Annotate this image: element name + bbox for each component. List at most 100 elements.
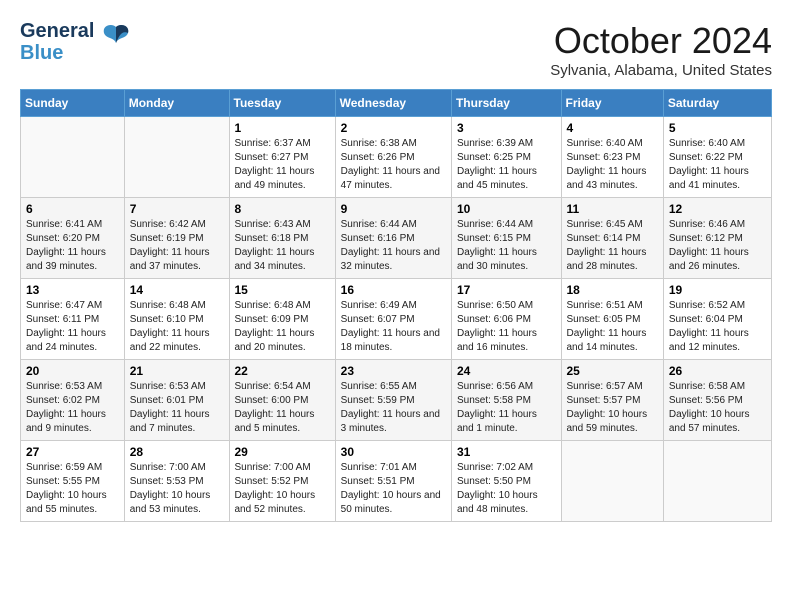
day-number: 22 (235, 364, 330, 378)
logo: General Blue (20, 20, 134, 64)
calendar-cell: 22Sunrise: 6:54 AM Sunset: 6:00 PM Dayli… (229, 360, 335, 441)
day-info: Sunrise: 6:49 AM Sunset: 6:07 PM Dayligh… (341, 299, 446, 355)
day-info: Sunrise: 6:44 AM Sunset: 6:15 PM Dayligh… (457, 218, 556, 274)
day-number: 15 (235, 283, 330, 297)
day-number: 4 (567, 121, 658, 135)
day-info: Sunrise: 6:40 AM Sunset: 6:23 PM Dayligh… (567, 137, 658, 193)
calendar-cell: 18 Sunrise: 6:51 AM Sunset: 6:05 PM Dayli… (561, 279, 663, 360)
day-number: 10 (457, 202, 556, 216)
calendar-week-row: 1 Sunrise: 6:37 AM Sunset: 6:27 PM Daylig… (21, 117, 772, 198)
day-info: Sunrise: 6:53 AM Sunset: 6:01 PM Dayligh… (130, 380, 224, 436)
day-of-week-header: Friday (561, 90, 663, 117)
calendar-cell: 27 Sunrise: 6:59 AM Sunset: 5:55 PM Dayli… (21, 441, 125, 522)
calendar-table: SundayMondayTuesdayWednesdayThursdayFrid… (20, 89, 772, 522)
day-number: 20 (26, 364, 119, 378)
day-of-week-header: Monday (124, 90, 229, 117)
day-of-week-header: Wednesday (335, 90, 451, 117)
day-number: 17 (457, 283, 556, 297)
day-number: 9 (341, 202, 446, 216)
month-title: October 2024 (550, 20, 772, 62)
day-info: Sunrise: 6:52 AM Sunset: 6:04 PM Dayligh… (669, 299, 766, 355)
day-info: Sunrise: 7:01 AM Sunset: 5:51 PM Dayligh… (341, 461, 446, 517)
calendar-cell: 4 Sunrise: 6:40 AM Sunset: 6:23 PM Daylig… (561, 117, 663, 198)
calendar-week-row: 6Sunrise: 6:41 AM Sunset: 6:20 PM Daylig… (21, 198, 772, 279)
calendar-cell: 17 Sunrise: 6:50 AM Sunset: 6:06 PM Dayli… (451, 279, 561, 360)
day-info: Sunrise: 7:00 AM Sunset: 5:53 PM Dayligh… (130, 461, 224, 517)
calendar-cell: 5Sunrise: 6:40 AM Sunset: 6:22 PM Daylig… (663, 117, 771, 198)
day-number: 11 (567, 202, 658, 216)
calendar-cell: 21 Sunrise: 6:53 AM Sunset: 6:01 PM Dayli… (124, 360, 229, 441)
calendar-cell: 23Sunrise: 6:55 AM Sunset: 5:59 PM Dayli… (335, 360, 451, 441)
calendar-cell: 30 Sunrise: 7:01 AM Sunset: 5:51 PM Dayli… (335, 441, 451, 522)
day-number: 25 (567, 364, 658, 378)
day-info: Sunrise: 6:50 AM Sunset: 6:06 PM Dayligh… (457, 299, 556, 355)
calendar-cell: 24 Sunrise: 6:56 AM Sunset: 5:58 PM Dayli… (451, 360, 561, 441)
day-of-week-header: Sunday (21, 90, 125, 117)
calendar-cell: 20 Sunrise: 6:53 AM Sunset: 6:02 PM Dayli… (21, 360, 125, 441)
day-number: 1 (235, 121, 330, 135)
day-info: Sunrise: 6:44 AM Sunset: 6:16 PM Dayligh… (341, 218, 446, 274)
calendar-cell: 1 Sunrise: 6:37 AM Sunset: 6:27 PM Daylig… (229, 117, 335, 198)
day-number: 24 (457, 364, 556, 378)
calendar-cell: 19 Sunrise: 6:52 AM Sunset: 6:04 PM Dayli… (663, 279, 771, 360)
day-number: 2 (341, 121, 446, 135)
day-number: 12 (669, 202, 766, 216)
calendar-cell: 7Sunrise: 6:42 AM Sunset: 6:19 PM Daylig… (124, 198, 229, 279)
day-info: Sunrise: 6:46 AM Sunset: 6:12 PM Dayligh… (669, 218, 766, 274)
calendar-cell (561, 441, 663, 522)
calendar-cell: 10 Sunrise: 6:44 AM Sunset: 6:15 PM Dayli… (451, 198, 561, 279)
calendar-cell: 8 Sunrise: 6:43 AM Sunset: 6:18 PM Daylig… (229, 198, 335, 279)
calendar-cell: 13 Sunrise: 6:47 AM Sunset: 6:11 PM Dayli… (21, 279, 125, 360)
day-number: 27 (26, 445, 119, 459)
day-number: 30 (341, 445, 446, 459)
day-number: 3 (457, 121, 556, 135)
day-info: Sunrise: 7:02 AM Sunset: 5:50 PM Dayligh… (457, 461, 556, 517)
calendar-cell (124, 117, 229, 198)
logo-line2: Blue (20, 42, 94, 64)
day-info: Sunrise: 6:43 AM Sunset: 6:18 PM Dayligh… (235, 218, 330, 274)
day-info: Sunrise: 6:56 AM Sunset: 5:58 PM Dayligh… (457, 380, 556, 436)
calendar-cell: 28Sunrise: 7:00 AM Sunset: 5:53 PM Dayli… (124, 441, 229, 522)
calendar-cell: 15 Sunrise: 6:48 AM Sunset: 6:09 PM Dayli… (229, 279, 335, 360)
day-info: Sunrise: 6:59 AM Sunset: 5:55 PM Dayligh… (26, 461, 119, 517)
calendar-cell: 11Sunrise: 6:45 AM Sunset: 6:14 PM Dayli… (561, 198, 663, 279)
calendar-cell: 26Sunrise: 6:58 AM Sunset: 5:56 PM Dayli… (663, 360, 771, 441)
calendar-header-row: SundayMondayTuesdayWednesdayThursdayFrid… (21, 90, 772, 117)
day-number: 16 (341, 283, 446, 297)
day-number: 21 (130, 364, 224, 378)
day-info: Sunrise: 6:58 AM Sunset: 5:56 PM Dayligh… (669, 380, 766, 436)
day-number: 14 (130, 283, 224, 297)
day-number: 13 (26, 283, 119, 297)
calendar-cell (663, 441, 771, 522)
day-info: Sunrise: 6:53 AM Sunset: 6:02 PM Dayligh… (26, 380, 119, 436)
calendar-week-row: 27 Sunrise: 6:59 AM Sunset: 5:55 PM Dayli… (21, 441, 772, 522)
calendar-cell: 3 Sunrise: 6:39 AM Sunset: 6:25 PM Daylig… (451, 117, 561, 198)
calendar-cell: 29Sunrise: 7:00 AM Sunset: 5:52 PM Dayli… (229, 441, 335, 522)
calendar-cell: 14Sunrise: 6:48 AM Sunset: 6:10 PM Dayli… (124, 279, 229, 360)
day-info: Sunrise: 6:39 AM Sunset: 6:25 PM Dayligh… (457, 137, 556, 193)
day-number: 31 (457, 445, 556, 459)
day-number: 18 (567, 283, 658, 297)
day-of-week-header: Tuesday (229, 90, 335, 117)
day-info: Sunrise: 7:00 AM Sunset: 5:52 PM Dayligh… (235, 461, 330, 517)
day-info: Sunrise: 6:48 AM Sunset: 6:09 PM Dayligh… (235, 299, 330, 355)
day-number: 8 (235, 202, 330, 216)
day-info: Sunrise: 6:38 AM Sunset: 6:26 PM Dayligh… (341, 137, 446, 193)
day-of-week-header: Thursday (451, 90, 561, 117)
calendar-cell: 25Sunrise: 6:57 AM Sunset: 5:57 PM Dayli… (561, 360, 663, 441)
calendar-cell: 16 Sunrise: 6:49 AM Sunset: 6:07 PM Dayli… (335, 279, 451, 360)
calendar-cell: 6Sunrise: 6:41 AM Sunset: 6:20 PM Daylig… (21, 198, 125, 279)
calendar-cell (21, 117, 125, 198)
day-info: Sunrise: 6:55 AM Sunset: 5:59 PM Dayligh… (341, 380, 446, 436)
logo-icon (98, 19, 134, 60)
day-info: Sunrise: 6:41 AM Sunset: 6:20 PM Dayligh… (26, 218, 119, 274)
day-info: Sunrise: 6:42 AM Sunset: 6:19 PM Dayligh… (130, 218, 224, 274)
calendar-body: 1 Sunrise: 6:37 AM Sunset: 6:27 PM Daylig… (21, 117, 772, 522)
day-info: Sunrise: 6:51 AM Sunset: 6:05 PM Dayligh… (567, 299, 658, 355)
day-info: Sunrise: 6:47 AM Sunset: 6:11 PM Dayligh… (26, 299, 119, 355)
page-header: General Blue October 2024 Sylvania, Alab… (20, 20, 772, 79)
day-number: 19 (669, 283, 766, 297)
calendar-cell: 2 Sunrise: 6:38 AM Sunset: 6:26 PM Daylig… (335, 117, 451, 198)
logo-line1: General (20, 20, 94, 42)
day-info: Sunrise: 6:37 AM Sunset: 6:27 PM Dayligh… (235, 137, 330, 193)
